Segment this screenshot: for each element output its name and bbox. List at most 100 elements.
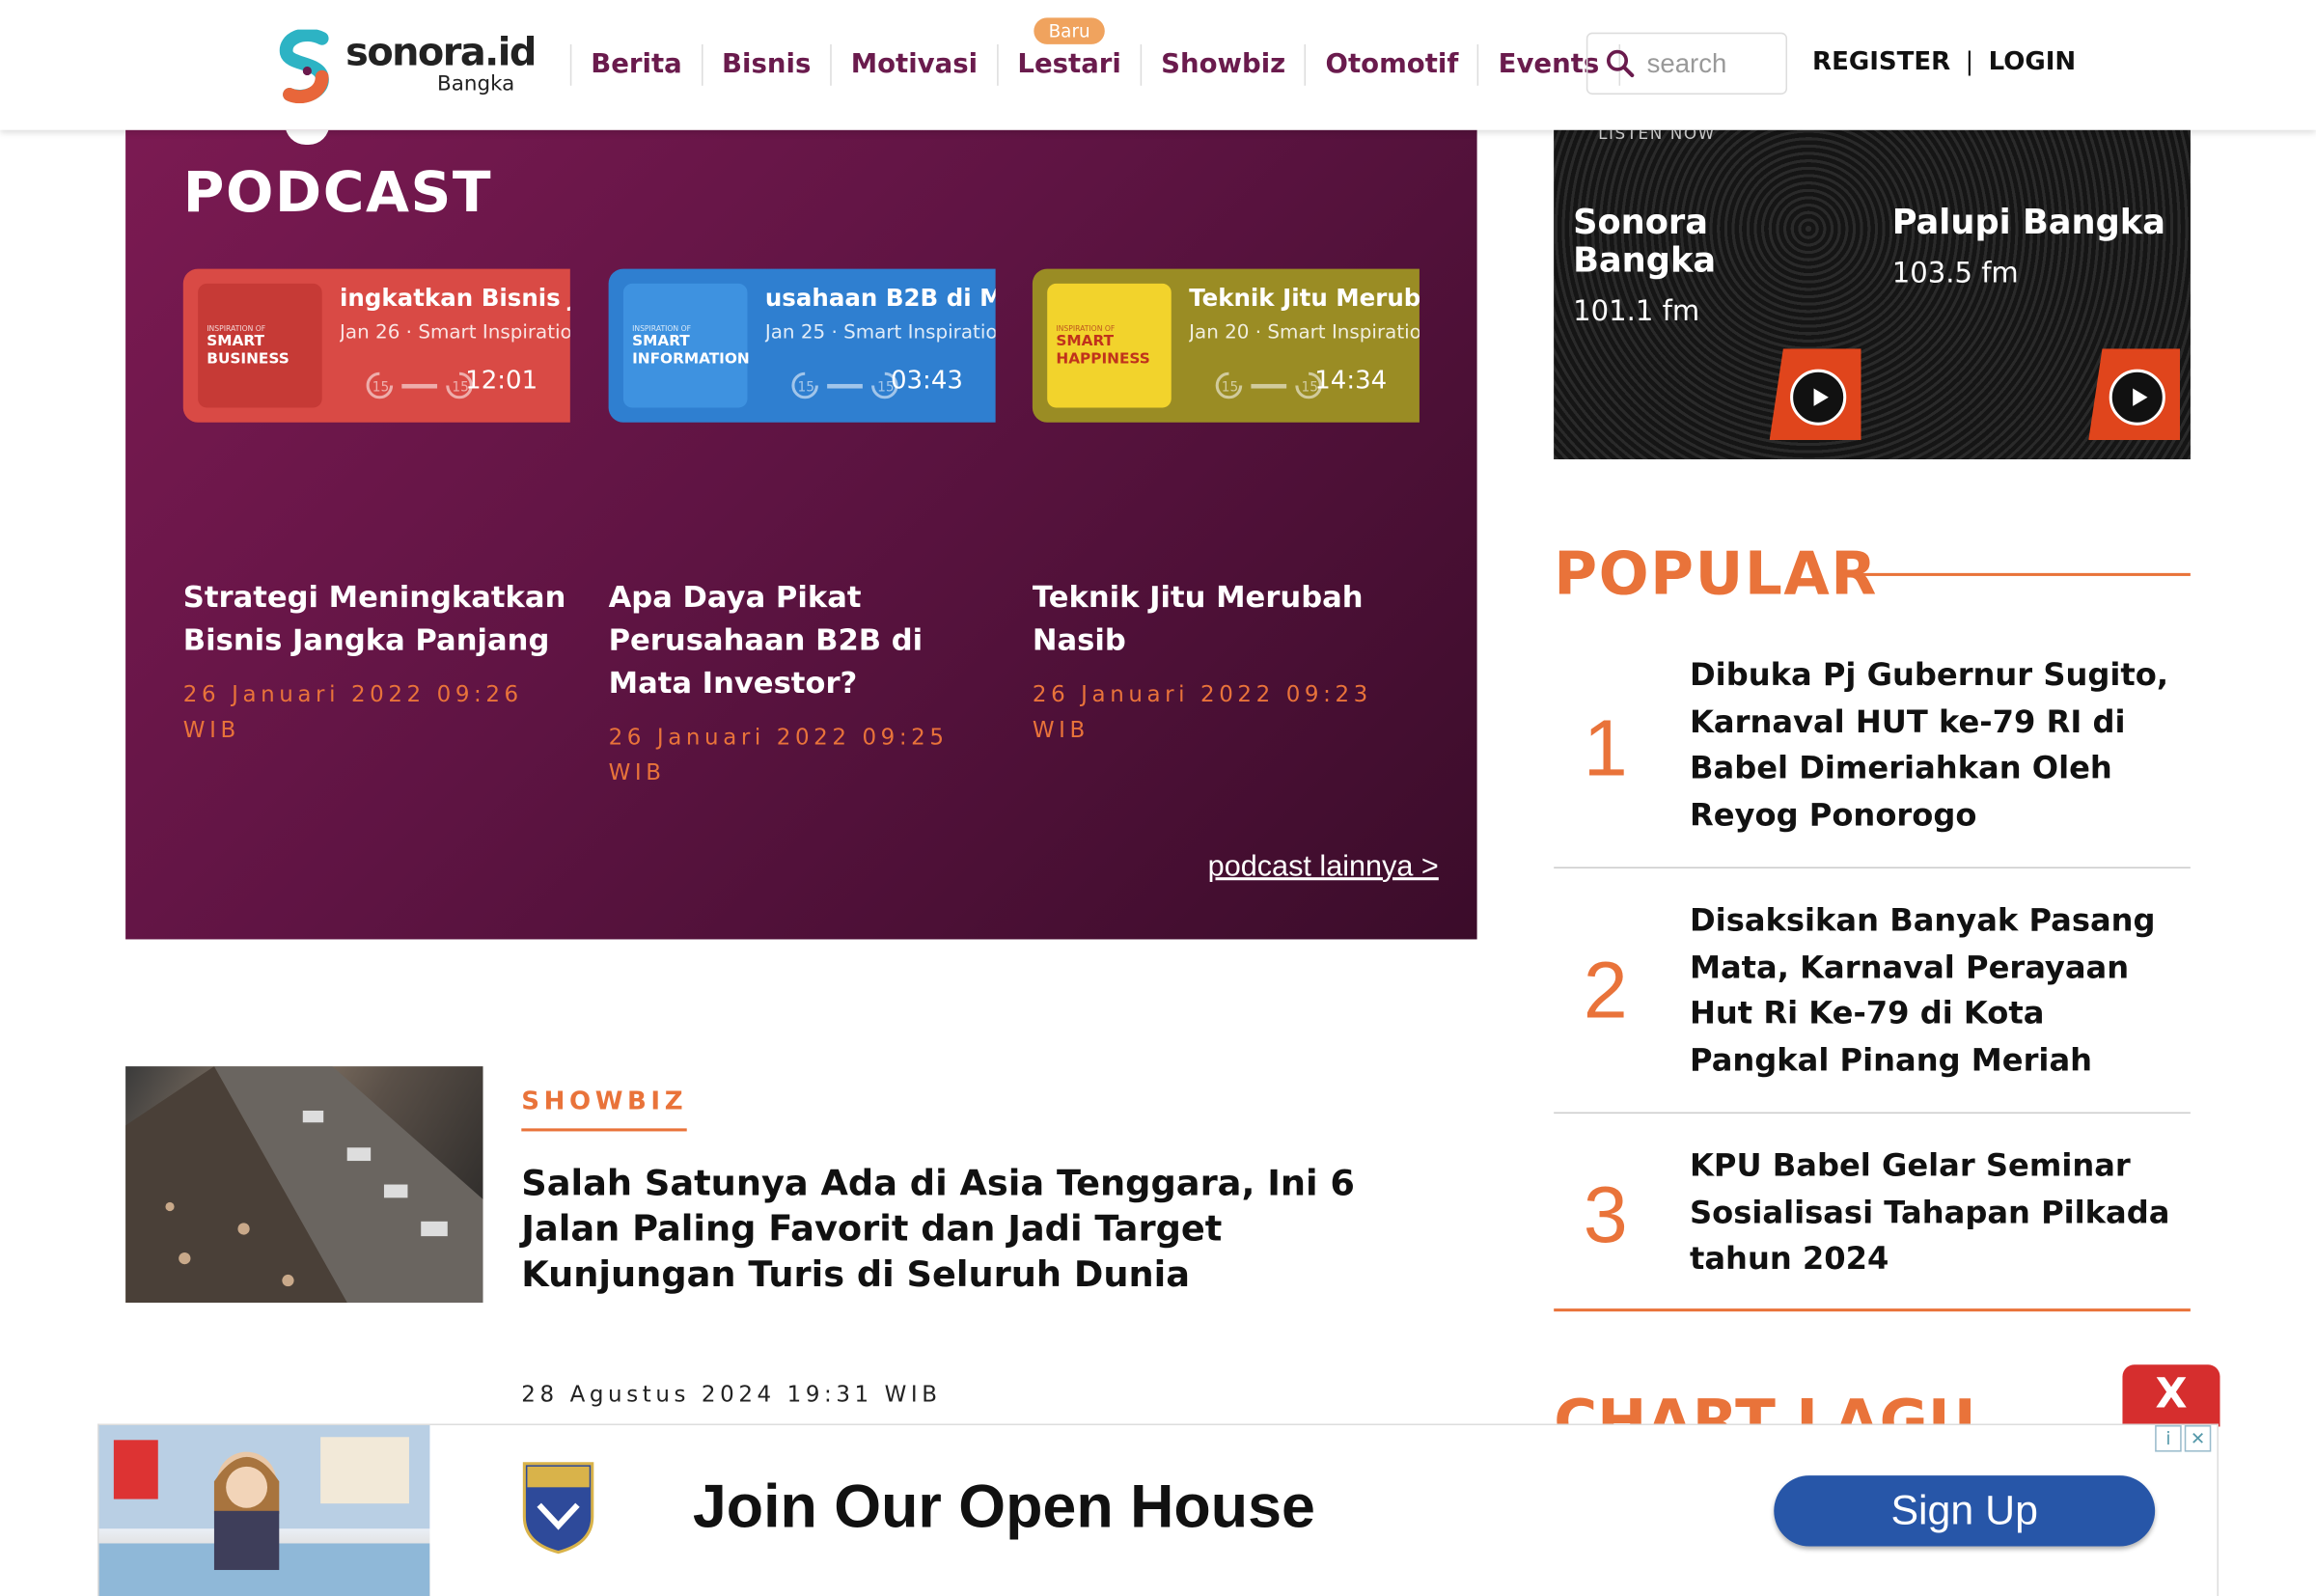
- ad-signup-button[interactable]: Sign Up: [1774, 1475, 2156, 1547]
- popular-rank: 2: [1583, 947, 1628, 1035]
- player-episode-title: usahaan B2B di Ma: [764, 283, 996, 312]
- new-badge: Baru: [1034, 17, 1105, 44]
- nav-item-motivasi[interactable]: Motivasi: [830, 43, 997, 86]
- chart-lagu-title: CHART LAGU: [1554, 1388, 1976, 1424]
- popular-rank: 1: [1583, 704, 1628, 793]
- station-name: Palupi Bangka: [1891, 204, 2165, 243]
- article-thumbnail[interactable]: [125, 1066, 483, 1303]
- cover-caption: INSPIRATION OF: [632, 324, 692, 334]
- nav-item-showbiz[interactable]: Showbiz: [1140, 43, 1305, 86]
- radio-widget: LISTEN NOW Sonora Bangka 101.1 fm Palupi…: [1554, 129, 2191, 460]
- search-icon[interactable]: [1606, 49, 1636, 79]
- school-crest-icon: [522, 1462, 594, 1555]
- podcast-date: 26 Januari 2022 09:23 WIB: [1032, 680, 1372, 743]
- station-card[interactable]: Sonora Bangka 101.1 fm: [1554, 204, 1861, 454]
- podcast-more-link[interactable]: podcast lainnya >: [1208, 851, 1439, 885]
- podcast-player-card[interactable]: INSPIRATION OF SMART HAPPINESS Teknik Ji…: [1032, 268, 1420, 423]
- article-date: 28 Agustus 2024 19:31 WIB: [521, 1381, 942, 1408]
- article-category[interactable]: SHOWBIZ: [521, 1087, 688, 1132]
- logo-subtitle: Bangka: [437, 71, 515, 96]
- podcast-item: Strategi Meningkatkan Bisnis Jangka Panj…: [183, 576, 570, 748]
- progress-bar[interactable]: [827, 383, 863, 389]
- cover-label: SMART HAPPINESS: [1056, 333, 1150, 369]
- podcast-headline[interactable]: Apa Daya Pikat Perusahaan B2B di Mata In…: [609, 576, 996, 704]
- station-card[interactable]: Palupi Bangka 103.5 fm: [1873, 204, 2181, 454]
- logo-text: sonora.id: [345, 31, 537, 76]
- nav-item-label: Lestari: [1017, 48, 1121, 80]
- podcast-section: PODCAST INSPIRATION OF SMART BUSINESS in…: [125, 129, 1477, 940]
- nav-item-otomotif[interactable]: Otomotif: [1305, 43, 1477, 86]
- cover-label: SMART BUSINESS: [207, 333, 290, 369]
- player-episode-meta: Jan 25 · Smart Inspiratio: [764, 321, 996, 344]
- site-logo[interactable]: sonora.id Bangka: [278, 27, 537, 104]
- nav-item-bisnis[interactable]: Bisnis: [701, 43, 831, 86]
- player-duration: 03:43: [890, 366, 963, 397]
- ad-choices: i ✕: [2155, 1425, 2212, 1452]
- ad-close-button[interactable]: X: [2122, 1364, 2220, 1427]
- classroom-photo: [98, 1425, 430, 1596]
- ad-x-icon[interactable]: ✕: [2184, 1425, 2212, 1452]
- ad-banner[interactable]: Join Our Open House Sign Up i ✕: [97, 1423, 2219, 1596]
- cover-caption: INSPIRATION OF: [1056, 324, 1116, 334]
- podcast-item: Apa Daya Pikat Perusahaan B2B di Mata In…: [609, 576, 996, 790]
- podcast-date: 26 Januari 2022 09:26 WIB: [182, 680, 523, 743]
- player-episode-meta: Jan 26 · Smart Inspiratio: [340, 321, 570, 344]
- progress-bar[interactable]: [1251, 383, 1287, 389]
- auth-links: REGISTER | LOGIN: [1812, 47, 2076, 77]
- ad-headline: Join Our Open House: [692, 1472, 1315, 1541]
- auth-separator: |: [1965, 46, 1974, 77]
- ad-image: [98, 1425, 430, 1596]
- player-episode-title: Teknik Jitu Meruba: [1189, 283, 1420, 312]
- main-nav: Berita Bisnis Motivasi Baru Lestari Show…: [569, 17, 1620, 86]
- login-link[interactable]: LOGIN: [1989, 47, 2077, 77]
- popular-divider: [1849, 572, 2191, 576]
- popular-headline[interactable]: KPU Babel Gelar Seminar Sosialisasi Taha…: [1690, 1143, 2186, 1283]
- section-notch: [285, 129, 330, 145]
- svg-text:15: 15: [372, 380, 390, 396]
- article-title[interactable]: Salah Satunya Ada di Asia Tenggara, Ini …: [521, 1161, 1437, 1298]
- cover-label: SMART INFORMATION: [632, 333, 750, 369]
- popular-headline[interactable]: Disaksikan Banyak Pasang Mata, Karnaval …: [1690, 898, 2186, 1085]
- player-controls: 15 15 03:43: [751, 367, 996, 402]
- popular-item[interactable]: 3 KPU Babel Gelar Seminar Sosialisasi Ta…: [1554, 1114, 2191, 1312]
- station-frequency: 103.5 fm: [1891, 257, 2019, 289]
- play-icon[interactable]: [2109, 369, 2165, 426]
- logo-mark-icon: [279, 29, 329, 104]
- register-link[interactable]: REGISTER: [1812, 47, 1950, 77]
- popular-item[interactable]: 1 Dibuka Pj Gubernur Sugito, Karnaval HU…: [1554, 649, 2191, 868]
- podcast-headline[interactable]: Teknik Jitu Merubah Nasib: [1033, 576, 1420, 662]
- svg-text:15: 15: [798, 380, 815, 396]
- podcast-date: 26 Januari 2022 09:25 WIB: [608, 723, 949, 786]
- popular-rank: 3: [1583, 1170, 1628, 1260]
- play-icon[interactable]: [1790, 369, 1847, 426]
- podcast-player-card[interactable]: INSPIRATION OF SMART INFORMATION usahaan…: [608, 268, 996, 423]
- podcast-cover: INSPIRATION OF SMART HAPPINESS: [1047, 283, 1172, 408]
- podcast-title: PODCAST: [182, 159, 493, 225]
- search-input[interactable]: [1646, 43, 1780, 83]
- nav-item-berita[interactable]: Berita: [569, 43, 702, 86]
- rewind-15-icon[interactable]: 15: [788, 370, 821, 402]
- ad-info-icon[interactable]: i: [2155, 1425, 2182, 1452]
- search-box: [1585, 32, 1788, 95]
- progress-bar[interactable]: [401, 383, 438, 389]
- player-episode-meta: Jan 20 · Smart Inspiratio: [1189, 321, 1420, 344]
- player-duration: 12:01: [465, 366, 538, 397]
- popular-title: POPULAR: [1554, 540, 1878, 609]
- station-name: Sonora Bangka: [1573, 204, 1717, 281]
- rewind-15-icon[interactable]: 15: [364, 370, 397, 402]
- svg-text:15: 15: [1222, 380, 1239, 396]
- site-header: sonora.id Bangka Berita Bisnis Motivasi …: [0, 0, 2316, 130]
- station-frequency: 101.1 fm: [1573, 295, 1700, 328]
- podcast-player-card[interactable]: INSPIRATION OF SMART BUSINESS ingkatkan …: [182, 268, 570, 423]
- player-controls: 15 15 12:01: [325, 367, 570, 402]
- rewind-15-icon[interactable]: 15: [1213, 370, 1246, 402]
- podcast-headline[interactable]: Strategi Meningkatkan Bisnis Jangka Panj…: [183, 576, 570, 662]
- listen-now-label: LISTEN NOW: [1598, 129, 1716, 144]
- popular-item[interactable]: 2 Disaksikan Banyak Pasang Mata, Karnava…: [1554, 868, 2191, 1114]
- nav-item-lestari[interactable]: Baru Lestari: [996, 17, 1141, 86]
- player-controls: 15 15 14:34: [1174, 367, 1420, 402]
- player-duration: 14:34: [1314, 366, 1388, 397]
- popular-headline[interactable]: Dibuka Pj Gubernur Sugito, Karnaval HUT …: [1690, 653, 2186, 839]
- podcast-cover: INSPIRATION OF SMART INFORMATION: [622, 283, 750, 408]
- player-episode-title: ingkatkan Bisnis Ja: [340, 283, 570, 312]
